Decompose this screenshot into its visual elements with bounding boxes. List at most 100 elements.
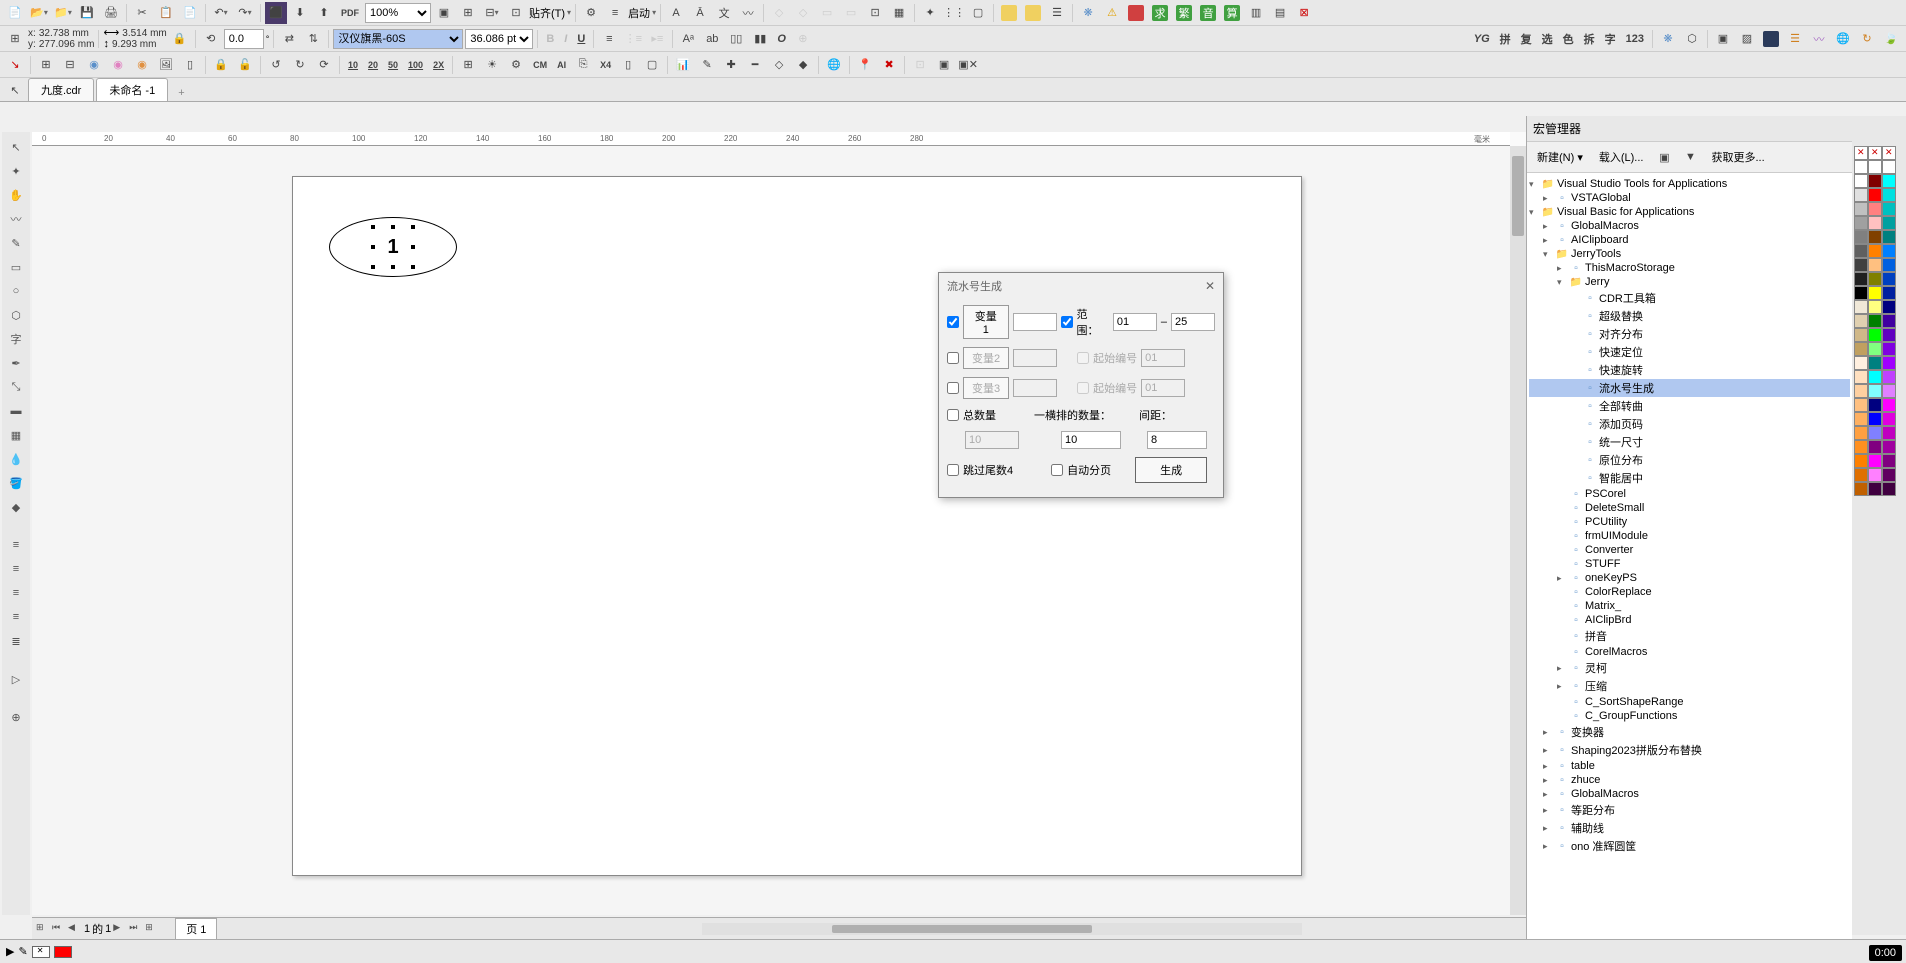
globe-icon[interactable]: 🌐	[1832, 28, 1854, 50]
page-tab[interactable]: 页 1	[175, 918, 217, 940]
range-from-input[interactable]	[1113, 313, 1157, 331]
tree-item[interactable]: ▸▫table	[1529, 759, 1850, 773]
var3-checkbox[interactable]	[947, 382, 959, 394]
n10-button[interactable]: 10	[344, 54, 362, 76]
color-swatch[interactable]	[1854, 258, 1868, 272]
polygon-tool[interactable]: ⬡	[5, 304, 27, 326]
globe2-icon[interactable]: 🌐	[823, 54, 845, 76]
tree-item[interactable]: ▸▫变换器	[1529, 723, 1850, 741]
green4-button[interactable]: 算	[1221, 2, 1243, 24]
page-add-button[interactable]: ⊞	[145, 922, 159, 936]
export-button[interactable]: ⬆	[313, 2, 335, 24]
bold-button[interactable]: B	[542, 28, 558, 50]
sq2-icon[interactable]: ▨	[1736, 28, 1758, 50]
macro-tree[interactable]: ▾📁Visual Studio Tools for Applications▸▫…	[1527, 173, 1852, 939]
list2-icon[interactable]: ☰	[1784, 28, 1806, 50]
align-tool1[interactable]: ≡	[5, 534, 27, 556]
panel-btn2[interactable]: ▼	[1679, 146, 1701, 168]
color-swatch[interactable]	[1868, 370, 1882, 384]
vertical-scrollbar[interactable]	[1510, 146, 1526, 915]
tree-item[interactable]: ▫全部转曲	[1529, 397, 1850, 415]
new-doc-button[interactable]: 📄	[4, 2, 26, 24]
color-swatch[interactable]	[1882, 300, 1896, 314]
range-checkbox[interactable]	[1061, 316, 1073, 328]
red1-button[interactable]	[1125, 2, 1147, 24]
grid2-icon[interactable]: ⊞	[457, 54, 479, 76]
cm-button[interactable]: CM	[529, 54, 551, 76]
tool-dark-button[interactable]: ⬛	[265, 2, 287, 24]
color-swatch[interactable]	[1854, 216, 1868, 230]
generate-button[interactable]: 生成	[1135, 457, 1207, 483]
color-swatch[interactable]	[1854, 398, 1868, 412]
ai-button[interactable]: AI	[553, 54, 570, 76]
calendar-button[interactable]: ▤	[1269, 2, 1291, 24]
color-swatch[interactable]	[1854, 426, 1868, 440]
lock-ratio-button[interactable]: 🔒	[169, 28, 191, 50]
group-button[interactable]: ⊞	[35, 54, 57, 76]
color-swatch[interactable]	[1854, 356, 1868, 370]
color-swatch[interactable]	[1882, 230, 1896, 244]
color-swatch[interactable]	[1854, 272, 1868, 286]
tree-item[interactable]: ▫添加页码	[1529, 415, 1850, 433]
color-swatch[interactable]	[1868, 188, 1882, 202]
skip4-checkbox[interactable]	[947, 464, 959, 476]
color-swatch[interactable]	[1868, 440, 1882, 454]
color-swatch[interactable]	[1868, 216, 1882, 230]
color-swatch[interactable]	[1854, 440, 1868, 454]
no-color-swatch[interactable]	[1868, 146, 1882, 160]
tree-item[interactable]: ▸▫辅助线	[1529, 819, 1850, 837]
plus-tool[interactable]: ⊕	[5, 706, 27, 728]
settings-button[interactable]: ⚙	[580, 2, 602, 24]
pdf-button[interactable]: PDF	[337, 2, 363, 24]
char-fu[interactable]: 复	[1517, 28, 1536, 50]
plus2-icon[interactable]: ✚	[720, 54, 742, 76]
align-tool3[interactable]: ≡	[5, 582, 27, 604]
chart-icon[interactable]: 📊	[672, 54, 694, 76]
image-icon[interactable]: 🖼	[155, 54, 177, 76]
align-tool2[interactable]: ≡	[5, 558, 27, 580]
color-swatch[interactable]	[1868, 244, 1882, 258]
page-prev-button[interactable]: ◀	[68, 922, 82, 936]
color-swatch[interactable]	[1854, 328, 1868, 342]
columns2-button[interactable]: ▮▮	[749, 28, 771, 50]
tree-item[interactable]: ▸▫ono 准辉圆筐	[1529, 837, 1850, 855]
color-swatch[interactable]	[1882, 202, 1896, 216]
refresh-icon[interactable]: ↻	[1856, 28, 1878, 50]
tree-item[interactable]: ▸▫GlobalMacros	[1529, 219, 1850, 233]
dialog-close-button[interactable]: ✕	[1205, 279, 1215, 293]
tree-item[interactable]: ▫快速定位	[1529, 343, 1850, 361]
tree-item[interactable]: ▫原位分布	[1529, 451, 1850, 469]
tree-item[interactable]: ▫DeleteSmall	[1529, 501, 1850, 515]
shape3-button[interactable]: ▭	[816, 2, 838, 24]
copy-button[interactable]: 📋	[155, 2, 177, 24]
tree-item[interactable]: ▫拼音	[1529, 627, 1850, 645]
pick-tool[interactable]: ↖	[5, 136, 27, 158]
char-123[interactable]: 123	[1622, 28, 1648, 50]
color-swatch[interactable]	[1882, 244, 1896, 258]
color-swatch[interactable]	[1868, 314, 1882, 328]
tree-item[interactable]: ▸▫Shaping2023拼版分布替换	[1529, 741, 1850, 759]
n100-button[interactable]: 100	[404, 54, 427, 76]
color-swatch[interactable]	[1882, 286, 1896, 300]
selection-handles[interactable]	[373, 227, 413, 267]
color-swatch[interactable]	[1882, 174, 1896, 188]
tree-item[interactable]: ▸▫压缩	[1529, 677, 1850, 695]
zoom-select[interactable]: 100%	[365, 3, 431, 23]
tree-item[interactable]: ▫PCUtility	[1529, 515, 1850, 529]
crop-button[interactable]: ⊡	[864, 2, 886, 24]
color-swatch[interactable]	[1882, 468, 1896, 482]
redo-button[interactable]: ↷▾	[234, 2, 256, 24]
rect2-tool[interactable]: ▬	[5, 400, 27, 422]
n50-button[interactable]: 50	[384, 54, 402, 76]
connector-tool[interactable]: ⤡	[5, 376, 27, 398]
circle-orange-icon[interactable]: ◉	[131, 54, 153, 76]
canvas-viewport[interactable]: 1	[32, 146, 1510, 915]
blue-icon[interactable]: ❋	[1077, 2, 1099, 24]
tree-item[interactable]: ▾📁Jerry	[1529, 275, 1850, 289]
tree-item[interactable]: ▫Converter	[1529, 543, 1850, 557]
text-tool[interactable]: 字	[5, 328, 27, 350]
color-swatch[interactable]	[1882, 398, 1896, 412]
color-swatch[interactable]	[1882, 426, 1896, 440]
color-swatch[interactable]	[1854, 482, 1868, 496]
bullets-button[interactable]: ⋮≡	[622, 28, 644, 50]
